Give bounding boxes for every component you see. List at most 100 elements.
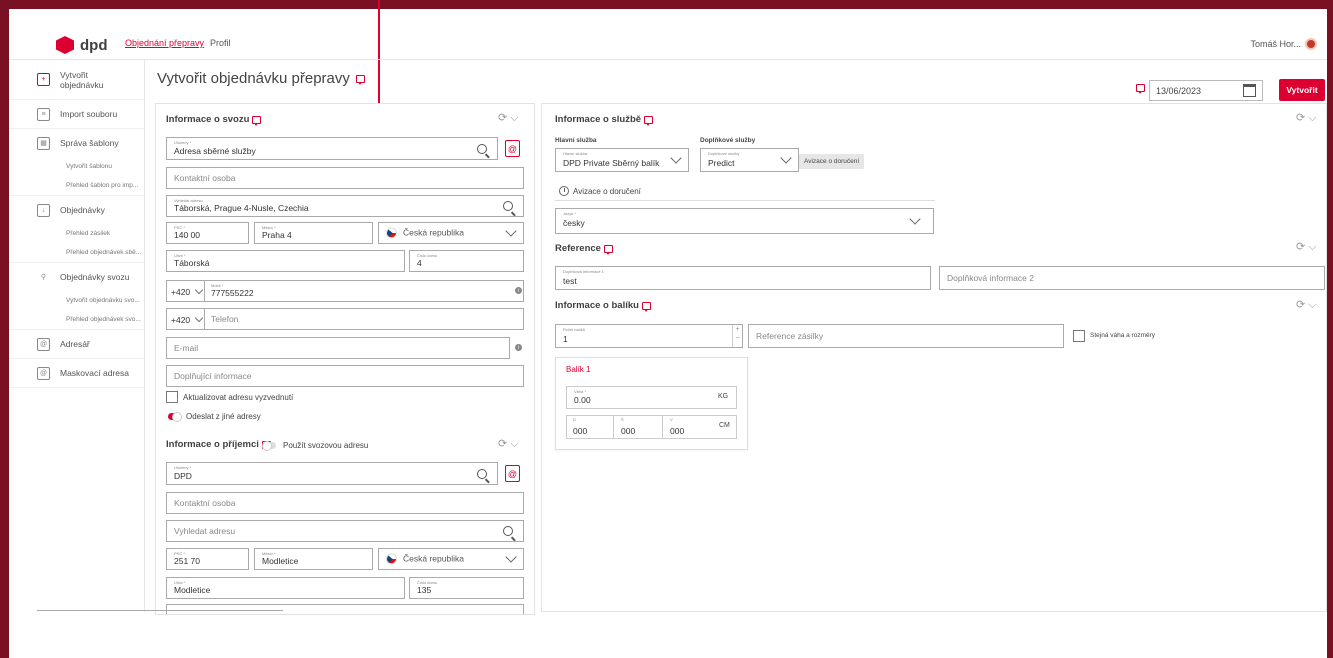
sidebar-item-create-order[interactable]: + Vytvořit objednávku bbox=[9, 60, 144, 100]
reference-info1-field[interactable]: Doplňková informace 1 test bbox=[555, 266, 931, 290]
pickup-phone-field[interactable]: Telefon bbox=[166, 308, 524, 330]
sidebar: + Vytvořit objednávku ≡ Import souboru ▦… bbox=[9, 60, 145, 612]
weight-field[interactable]: Váha * 0.00 bbox=[566, 386, 737, 409]
sidebar-sub-shipments[interactable]: Přehled zásilek bbox=[9, 224, 144, 243]
pickup-search-address-field[interactable]: Vyhledat adresu Táborská, Prague 4-Nusle… bbox=[166, 195, 524, 217]
sidebar-item-label: Import souboru bbox=[60, 109, 118, 119]
pickup-saved-address-field[interactable]: Uložený * Adresa sběrné služby bbox=[166, 137, 498, 160]
pickup-mobile-field[interactable]: Mobil * 777555222 bbox=[166, 280, 524, 302]
main-service-select[interactable]: Hlavní služba DPD Private Sběrný balík bbox=[555, 148, 689, 172]
field-value: DPD Private Sběrný balík bbox=[563, 158, 660, 168]
date-comment-icon[interactable] bbox=[1136, 84, 1145, 94]
field-value: 0.00 bbox=[574, 395, 591, 405]
use-pickup-toggle[interactable] bbox=[262, 441, 276, 451]
address-book-button[interactable]: @ bbox=[505, 465, 520, 482]
pickup-section-controls[interactable]: ⟳⌵ bbox=[498, 111, 522, 125]
mobile-prefix-select[interactable]: +420 bbox=[171, 285, 204, 297]
pickup-email-field[interactable]: E-mail bbox=[166, 337, 510, 359]
field-label: Hlavní služba bbox=[563, 151, 588, 156]
recipient-search-address-field[interactable]: Vyhledat adresu bbox=[166, 520, 524, 542]
delivery-notification-tag[interactable]: Avizace o doručení bbox=[799, 154, 865, 169]
logo-text: dpd bbox=[80, 36, 108, 54]
nav-profile[interactable]: Profil bbox=[210, 38, 231, 48]
width-field[interactable]: Š 000 bbox=[613, 415, 661, 439]
recipient-section-controls[interactable]: ⟳⌵ bbox=[498, 437, 522, 451]
czech-flag-icon bbox=[386, 553, 397, 565]
reference-section-controls[interactable]: ⟳⌵ bbox=[1296, 240, 1320, 254]
extra-service-select[interactable]: Doplňkové služby Predict bbox=[700, 148, 799, 172]
comment-icon[interactable] bbox=[603, 244, 613, 255]
shipment-reference-field[interactable]: Reference zásilky bbox=[748, 324, 1064, 348]
create-order-icon: + bbox=[37, 73, 50, 86]
sidebar-sub-template-overview[interactable]: Přehled šablon pro imp... bbox=[9, 176, 144, 195]
sidebar-item-mask-address[interactable]: @ Maskovací adresa bbox=[9, 359, 144, 388]
pickup-zip-field[interactable]: PSČ * 140 00 bbox=[166, 222, 249, 244]
recipient-street-field[interactable]: Ulice * Modletice bbox=[166, 577, 405, 599]
field-placeholder: Doplňující informace bbox=[174, 371, 252, 381]
user-menu[interactable]: Tomáš Hor... bbox=[1250, 38, 1317, 50]
import-icon: ≡ bbox=[37, 107, 50, 121]
pickup-city-field[interactable]: Město * Praha 4 bbox=[254, 222, 373, 244]
phone-prefix-select[interactable]: +420 bbox=[171, 313, 204, 325]
nav-order-shipping[interactable]: Objednání přepravy bbox=[125, 38, 204, 48]
pickup-street-field[interactable]: Ulice * Táborská bbox=[166, 250, 405, 272]
pickup-extra-info-field[interactable]: Doplňující informace bbox=[166, 365, 524, 387]
address-book-button[interactable]: @ bbox=[505, 140, 520, 157]
package-count-stepper[interactable]: + − bbox=[732, 325, 742, 347]
mask-address-icon: @ bbox=[37, 366, 50, 380]
height-field[interactable]: V 000 bbox=[662, 415, 710, 439]
field-label: Uložený * bbox=[174, 140, 192, 145]
dpd-logo[interactable]: dpd bbox=[56, 36, 108, 54]
pickup-contact-field[interactable]: Kontaktní osoba bbox=[166, 167, 524, 189]
search-icon[interactable] bbox=[477, 468, 487, 479]
sidebar-item-import[interactable]: ≡ Import souboru bbox=[9, 100, 144, 129]
horizontal-scrollbar[interactable] bbox=[37, 610, 283, 611]
info-icon[interactable]: i bbox=[515, 287, 522, 294]
recipient-country-select[interactable]: Česká republika bbox=[378, 548, 524, 570]
package-title-text: Informace o balíku bbox=[555, 300, 639, 311]
info-icon[interactable]: i bbox=[515, 344, 522, 351]
date-input[interactable]: 13/06/2023 bbox=[1149, 80, 1263, 101]
calendar-icon[interactable] bbox=[1243, 84, 1256, 97]
use-pickup-label: Použít svozovou adresu bbox=[283, 441, 369, 450]
pickup-country-select[interactable]: Česká republika bbox=[378, 222, 524, 244]
length-field[interactable]: D 000 bbox=[566, 415, 612, 439]
sidebar-sub-create-template[interactable]: Vytvořit šablonu bbox=[9, 157, 144, 176]
field-label: Doplňková informace 1 bbox=[563, 269, 604, 274]
package-section-controls[interactable]: ⟳⌵ bbox=[1296, 298, 1320, 312]
search-icon[interactable] bbox=[477, 143, 487, 154]
recipient-saved-address-field[interactable]: Uložený * DPD bbox=[166, 462, 498, 485]
search-icon[interactable] bbox=[503, 201, 513, 211]
sidebar-item-templates[interactable]: ▦ Správa šablony bbox=[9, 129, 144, 157]
comment-icon[interactable] bbox=[641, 301, 651, 312]
page-title: Vytvořit objednávku přepravy bbox=[157, 70, 365, 87]
sidebar-item-pickup-orders[interactable]: ⚲ Objednávky svozu bbox=[9, 263, 144, 291]
recipient-contact-field[interactable]: Kontaktní osoba bbox=[166, 492, 524, 514]
sidebar-item-orders[interactable]: ↓ Objednávky bbox=[9, 196, 144, 224]
sidebar-item-addressbook[interactable]: @ Adresář bbox=[9, 330, 144, 359]
sidebar-item-label: Objednávky bbox=[60, 205, 105, 215]
comment-icon[interactable] bbox=[252, 115, 262, 126]
pickup-number-field[interactable]: Číslo domu 4 bbox=[409, 250, 524, 272]
send-other-toggle[interactable] bbox=[168, 412, 182, 422]
package-count-field[interactable]: Počet balíků 1 bbox=[555, 324, 743, 348]
search-icon[interactable] bbox=[503, 526, 513, 536]
create-button[interactable]: Vytvořit bbox=[1279, 79, 1325, 101]
recipient-number-field[interactable]: Číslo domu 135 bbox=[409, 577, 524, 599]
language-select[interactable]: Jazyk * česky bbox=[555, 208, 934, 234]
service-section-controls[interactable]: ⟳⌵ bbox=[1296, 111, 1320, 125]
recipient-zip-field[interactable]: PSČ * 251 70 bbox=[166, 548, 249, 570]
sidebar-sub-create-pickup[interactable]: Vytvořit objednávku svo... bbox=[9, 291, 144, 310]
template-icon: ▦ bbox=[37, 136, 50, 150]
sidebar-sub-collection-orders[interactable]: Přehled objednávek sbě... bbox=[9, 243, 144, 262]
update-address-checkbox[interactable] bbox=[166, 391, 178, 403]
comment-icon[interactable] bbox=[644, 115, 654, 126]
reference-info2-field[interactable]: Doplňková informace 2 bbox=[939, 266, 1325, 290]
comment-icon[interactable] bbox=[355, 74, 365, 85]
recipient-city-field[interactable]: Město * Modletice bbox=[254, 548, 373, 570]
field-placeholder: Kontaktní osoba bbox=[174, 498, 236, 508]
same-weight-checkbox[interactable] bbox=[1073, 330, 1085, 342]
field-placeholder: Telefon bbox=[211, 314, 239, 324]
recipient-mobile-field-partial[interactable] bbox=[166, 604, 524, 614]
sidebar-sub-pickup-overview[interactable]: Přehled objednávek svo... bbox=[9, 310, 144, 329]
